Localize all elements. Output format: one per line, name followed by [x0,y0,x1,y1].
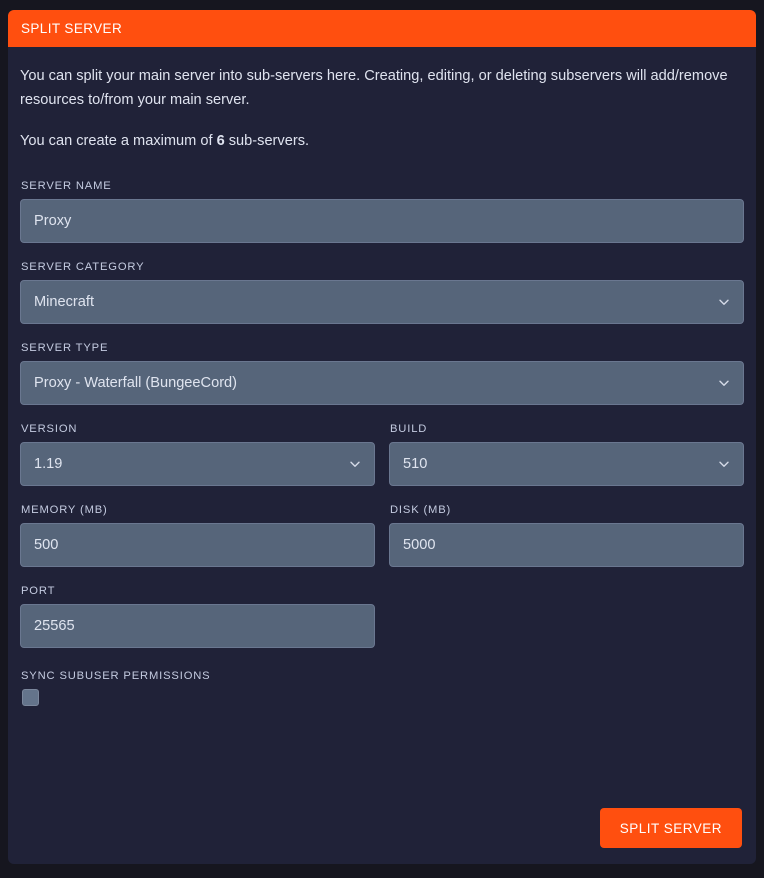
field-version: VERSION 1.19 [20,423,375,486]
build-select[interactable]: 510 [389,441,744,486]
split-server-card: SPLIT SERVER You can split your main ser… [8,10,756,864]
split-server-button[interactable]: SPLIT SERVER [599,808,742,848]
card-footer: SPLIT SERVER [20,778,744,848]
max-subservers-prefix: You can create a maximum of [20,133,217,150]
row-memory-disk: MEMORY (MB) DISK (MB) [20,504,744,567]
label-server-category: SERVER CATEGORY [21,260,145,273]
label-disk: DISK (MB) [390,503,452,516]
field-memory: MEMORY (MB) [20,504,375,567]
server-type-select[interactable]: Proxy - Waterfall (BungeeCord) [20,360,744,405]
page-title: SPLIT SERVER [21,21,123,36]
build-select-wrap: 510 [389,441,744,486]
max-subservers-count: 6 [216,133,225,150]
field-build: BUILD 510 [389,423,744,486]
server-category-select-wrap: Minecraft [20,279,744,324]
server-type-value: Proxy - Waterfall (BungeeCord) [34,374,238,391]
version-select[interactable]: 1.19 [20,441,375,486]
server-name-input[interactable] [20,198,744,243]
card-header: SPLIT SERVER [8,10,756,47]
version-value: 1.19 [34,455,63,472]
disk-input[interactable] [389,522,744,567]
label-server-name: SERVER NAME [21,179,112,192]
label-sync-subuser-permissions: SYNC SUBUSER PERMISSIONS [21,669,211,682]
label-memory: MEMORY (MB) [21,503,108,516]
version-select-wrap: 1.19 [20,441,375,486]
server-category-select[interactable]: Minecraft [20,279,744,324]
card-body: You can split your main server into sub-… [8,47,756,864]
field-server-type: SERVER TYPE Proxy - Waterfall (BungeeCor… [20,342,744,405]
field-disk: DISK (MB) [389,504,744,567]
max-subservers-paragraph: You can create a maximum of 6 sub-server… [20,130,734,154]
row-version-build: VERSION 1.19 BUILD 510 [20,423,744,486]
field-server-name: SERVER NAME [20,180,744,243]
build-value: 510 [403,455,428,472]
label-port: PORT [21,584,56,597]
field-port: PORT [20,585,375,648]
memory-input[interactable] [20,522,375,567]
field-sync-subuser-permissions: SYNC SUBUSER PERMISSIONS [20,670,744,706]
field-server-category: SERVER CATEGORY Minecraft [20,261,744,324]
label-server-type: SERVER TYPE [21,341,109,354]
description-paragraph: You can split your main server into sub-… [20,68,728,108]
sync-subuser-permissions-checkbox[interactable] [22,688,39,706]
row-port: PORT [20,585,744,648]
server-type-select-wrap: Proxy - Waterfall (BungeeCord) [20,360,744,405]
label-version: VERSION [21,422,78,435]
port-input[interactable] [20,603,375,648]
server-category-value: Minecraft [34,293,95,310]
page-root: SPLIT SERVER You can split your main ser… [0,0,764,878]
max-subservers-suffix: sub-servers. [224,133,310,150]
label-build: BUILD [390,422,428,435]
